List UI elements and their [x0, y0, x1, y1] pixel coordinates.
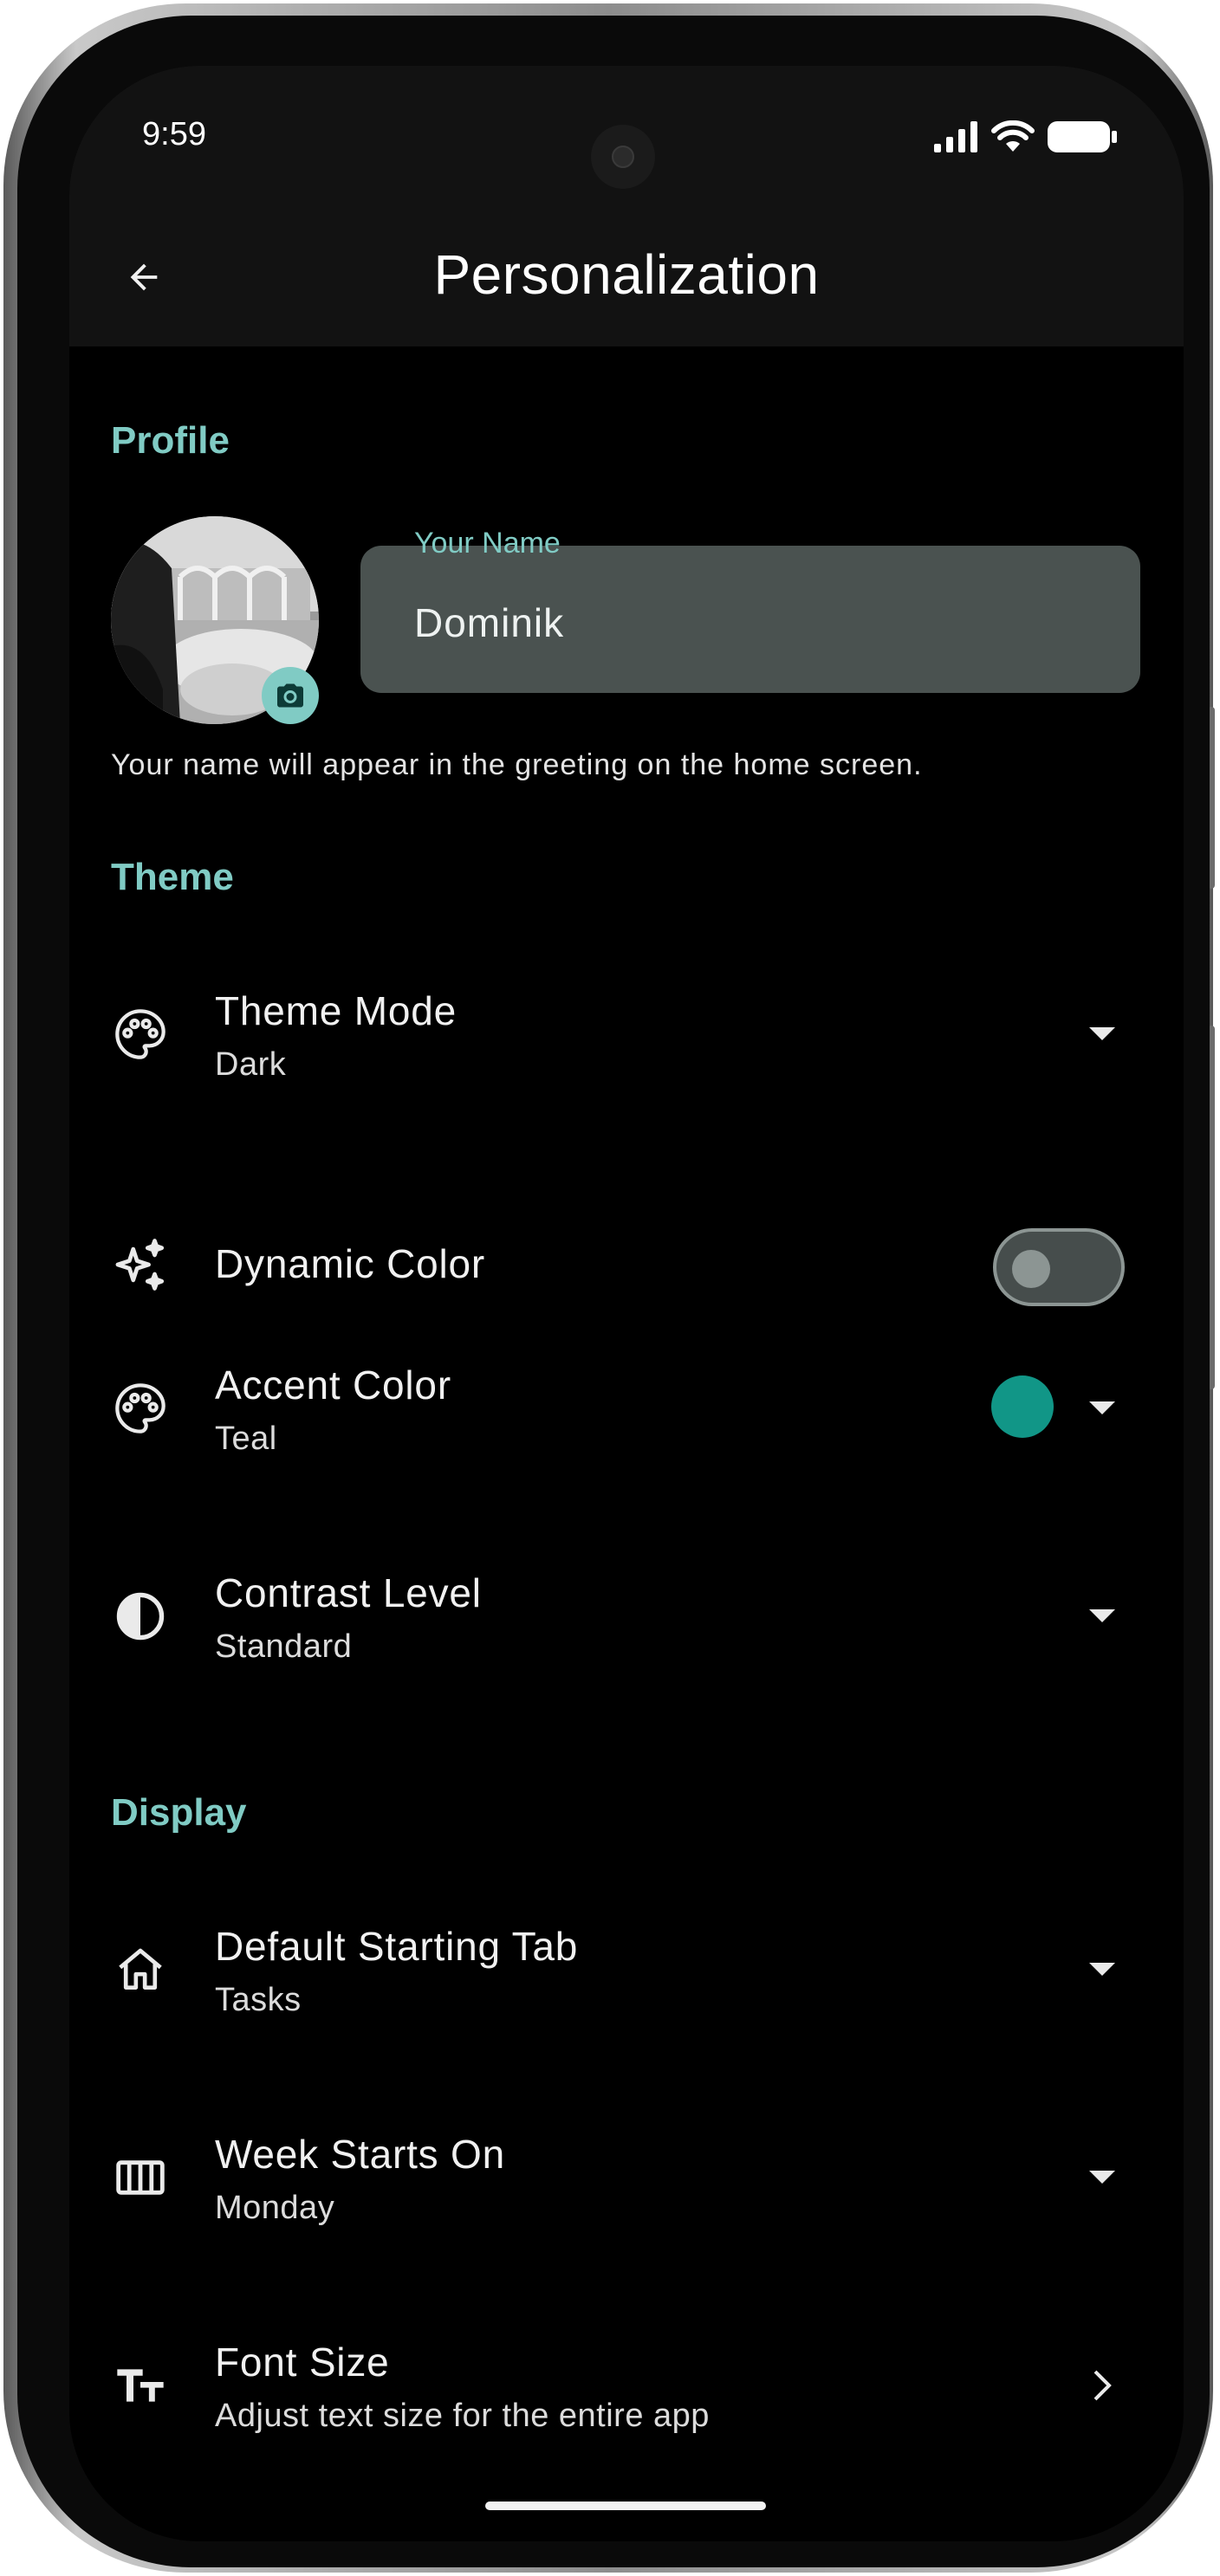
- theme-mode-row[interactable]: Theme Mode Dark: [69, 961, 1184, 1109]
- section-theme-title: Theme: [111, 856, 234, 898]
- week-start-label: Week Starts On: [215, 2132, 506, 2177]
- contrast-level-row[interactable]: Contrast Level Standard: [69, 1544, 1184, 1691]
- dynamic-color-row[interactable]: Dynamic Color: [69, 1202, 1184, 1327]
- text-size-icon: [111, 2356, 170, 2415]
- phone-frame: 9:59 Personalization Profile Your Name D…: [3, 3, 1215, 2573]
- palette-icon: [111, 1005, 170, 1064]
- accent-color-row[interactable]: Accent Color Teal: [69, 1336, 1184, 1483]
- contrast-level-value: Standard: [215, 1628, 353, 1665]
- home-indicator[interactable]: [485, 2502, 766, 2510]
- signal-icon: [934, 121, 977, 152]
- dropdown-arrow-icon[interactable]: [1085, 2160, 1119, 2195]
- contrast-level-label: Contrast Level: [215, 1570, 482, 1615]
- name-field-label: Your Name: [414, 527, 561, 560]
- screen: 9:59 Personalization Profile Your Name D…: [69, 66, 1184, 2541]
- theme-mode-value: Dark: [215, 1046, 287, 1083]
- camera-icon: [277, 683, 303, 708]
- battery-icon: [1048, 121, 1117, 152]
- section-display-title: Display: [111, 1791, 247, 1834]
- theme-mode-label: Theme Mode: [215, 988, 458, 1033]
- week-start-row[interactable]: Week Starts On Monday: [69, 2105, 1184, 2252]
- default-tab-row[interactable]: Default Starting Tab Tasks: [69, 1897, 1184, 2044]
- dynamic-color-label: Dynamic Color: [215, 1241, 486, 1286]
- sparkle-icon: [111, 1235, 170, 1294]
- default-tab-value: Tasks: [215, 1982, 302, 2018]
- palette-icon: [111, 1379, 170, 1438]
- change-photo-button[interactable]: [262, 667, 319, 724]
- wifi-icon: [991, 120, 1035, 152]
- dropdown-arrow-icon[interactable]: [1085, 1391, 1119, 1426]
- chevron-right-icon[interactable]: [1085, 2368, 1119, 2403]
- accent-color-value: Teal: [215, 1421, 277, 1457]
- calendar-week-icon: [111, 2148, 170, 2207]
- page-title: Personalization: [433, 243, 820, 306]
- toggle-knob: [1012, 1250, 1050, 1288]
- name-field-value[interactable]: Dominik: [414, 599, 564, 646]
- status-time: 9:59: [142, 116, 206, 152]
- font-size-row[interactable]: Font Size Adjust text size for the entir…: [69, 2313, 1184, 2460]
- dropdown-arrow-icon[interactable]: [1085, 1017, 1119, 1052]
- phone-bezel: 9:59 Personalization Profile Your Name D…: [17, 16, 1210, 2567]
- front-camera: [591, 125, 655, 189]
- home-icon: [111, 1940, 170, 1999]
- dropdown-arrow-icon[interactable]: [1085, 1952, 1119, 1987]
- font-size-label: Font Size: [215, 2340, 390, 2385]
- status-icons: [934, 120, 1118, 154]
- name-helper-text: Your name will appear in the greeting on…: [111, 748, 923, 781]
- accent-color-swatch[interactable]: [991, 1375, 1054, 1438]
- contrast-icon: [111, 1587, 170, 1646]
- top-app-bar: 9:59 Personalization: [69, 66, 1184, 346]
- week-start-value: Monday: [215, 2190, 335, 2226]
- section-profile-title: Profile: [111, 419, 230, 462]
- dropdown-arrow-icon[interactable]: [1085, 1599, 1119, 1634]
- default-tab-label: Default Starting Tab: [215, 1924, 579, 1969]
- accent-color-label: Accent Color: [215, 1362, 451, 1408]
- font-size-description: Adjust text size for the entire app: [215, 2398, 710, 2434]
- dynamic-color-toggle[interactable]: [993, 1228, 1125, 1306]
